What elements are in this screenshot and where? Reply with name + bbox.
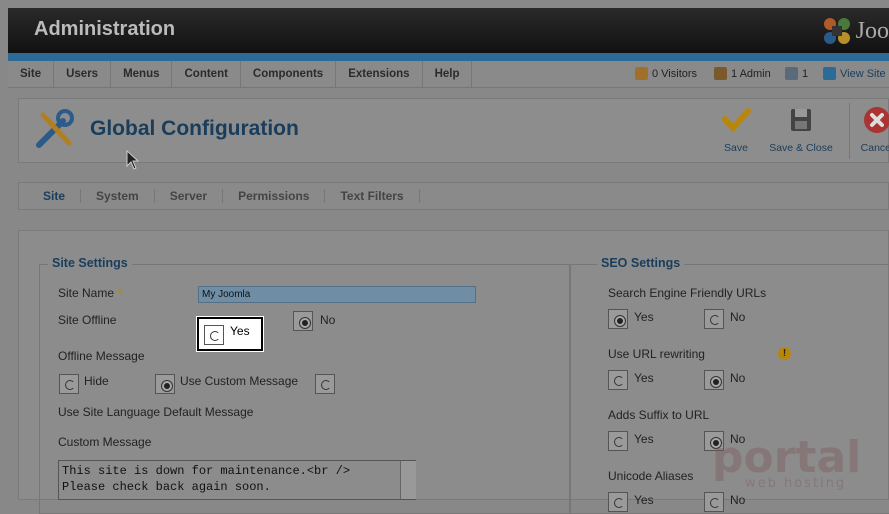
rewrite-no-label: No — [730, 371, 746, 385]
cancel-icon — [864, 107, 889, 133]
admins-status: 1 Admin — [714, 67, 771, 80]
use-language-default-label: Use Site Language Default Message — [58, 405, 254, 419]
offline-yes-radio[interactable] — [204, 325, 224, 345]
seo-settings-legend: SEO Settings — [597, 256, 685, 270]
admins-icon — [714, 67, 727, 80]
offline-message-label: Offline Message — [58, 349, 145, 363]
admin-header: Administration Joo — [8, 8, 889, 53]
required-marker: * — [117, 286, 123, 300]
menu-content[interactable]: Content — [172, 60, 241, 88]
site-settings-fieldset: Site Settings Site Name * My Joomla Site… — [39, 256, 571, 514]
tab-system[interactable]: System — [81, 189, 155, 203]
messages-status[interactable]: 1 — [785, 67, 808, 80]
site-name-label: Site Name * — [58, 286, 122, 300]
messages-icon — [785, 67, 798, 80]
unicode-label: Unicode Aliases — [608, 469, 694, 483]
rewrite-yes-label: Yes — [634, 371, 654, 385]
offline-yes-highlight[interactable]: Yes — [197, 317, 263, 351]
save-close-label: Save & Close — [769, 142, 833, 154]
config-tabs: Site System Server Permissions Text Filt… — [18, 182, 889, 210]
custom-message-label: Custom Message — [58, 435, 152, 449]
hide-radio[interactable] — [59, 374, 79, 394]
messages-count: 1 — [802, 67, 809, 80]
site-settings-legend: Site Settings — [48, 256, 132, 270]
offline-yes-label: Yes — [230, 324, 250, 338]
unicode-no-label: No — [730, 493, 746, 507]
sef-yes-radio[interactable] — [608, 309, 628, 329]
hide-label: Hide — [84, 374, 109, 388]
suffix-yes-label: Yes — [634, 432, 654, 446]
site-name-input[interactable]: My Joomla — [198, 286, 476, 303]
menu-users[interactable]: Users — [54, 60, 112, 88]
visitors-count: 0 Visitors — [652, 67, 698, 80]
sef-label: Search Engine Friendly URLs — [608, 286, 767, 300]
menu-extensions[interactable]: Extensions — [336, 60, 423, 88]
tab-server[interactable]: Server — [155, 189, 224, 203]
menu-site[interactable]: Site — [8, 60, 55, 88]
suffix-label: Adds Suffix to URL — [608, 408, 710, 422]
tools-icon — [36, 109, 74, 148]
cancel-button[interactable]: Cancel — [857, 105, 889, 154]
menu-help[interactable]: Help — [423, 60, 473, 88]
view-site-label: View Site — [840, 67, 886, 80]
rewrite-label: Use URL rewriting — [608, 347, 705, 361]
admin-title: Administration — [34, 18, 176, 40]
admins-count: 1 Admin — [731, 67, 771, 80]
page-title: Global Configuration — [90, 117, 299, 140]
rewrite-yes-radio[interactable] — [608, 370, 628, 390]
watermark-subtitle: web hosting — [745, 476, 847, 491]
use-custom-radio[interactable] — [155, 374, 175, 394]
site-offline-label: Site Offline — [58, 313, 117, 327]
tab-site[interactable]: Site — [19, 189, 82, 203]
sef-no-label: No — [730, 310, 746, 324]
save-button[interactable]: Save — [715, 105, 757, 154]
visitors-icon — [635, 67, 648, 80]
site-name-label-text: Site Name — [58, 286, 115, 300]
checkmark-icon — [722, 108, 751, 133]
rewrite-no-radio[interactable] — [704, 370, 724, 390]
menu-menus[interactable]: Menus — [111, 60, 173, 88]
use-default-radio[interactable] — [315, 374, 335, 394]
mouse-cursor-icon — [126, 150, 140, 170]
suffix-yes-radio[interactable] — [608, 431, 628, 451]
floppy-disk-icon — [791, 109, 811, 131]
offline-no-radio[interactable] — [293, 311, 313, 331]
view-site-link[interactable]: View Site — [823, 67, 886, 80]
joomla-logo-icon — [823, 18, 850, 44]
joomla-logo: Joo — [822, 16, 889, 46]
use-custom-label: Use Custom Message — [180, 374, 299, 388]
unicode-yes-radio[interactable] — [608, 492, 628, 512]
main-menu: Site Users Menus Content Components Exte… — [8, 60, 889, 88]
visitors-status: 0 Visitors — [635, 67, 697, 80]
toolbar: Global Configuration Save Save & Close C… — [18, 98, 889, 163]
save-close-button[interactable]: Save & Close — [765, 105, 837, 154]
unicode-yes-label: Yes — [634, 493, 654, 507]
sef-yes-label: Yes — [634, 310, 654, 324]
sef-no-radio[interactable] — [704, 309, 724, 329]
cancel-label: Cancel — [860, 142, 889, 154]
save-label: Save — [724, 142, 748, 154]
textarea-scrollbar[interactable] — [400, 461, 416, 499]
toolbar-divider — [849, 103, 850, 159]
tab-permissions[interactable]: Permissions — [223, 189, 326, 203]
unicode-no-radio[interactable] — [704, 492, 724, 512]
custom-message-textarea[interactable] — [58, 460, 416, 500]
logo-text: Joo — [855, 17, 889, 44]
offline-no-label: No — [320, 313, 336, 327]
tab-text-filters[interactable]: Text Filters — [325, 189, 420, 203]
warning-icon: ! — [778, 347, 791, 360]
view-site-icon — [823, 67, 836, 80]
menu-components[interactable]: Components — [241, 60, 337, 88]
